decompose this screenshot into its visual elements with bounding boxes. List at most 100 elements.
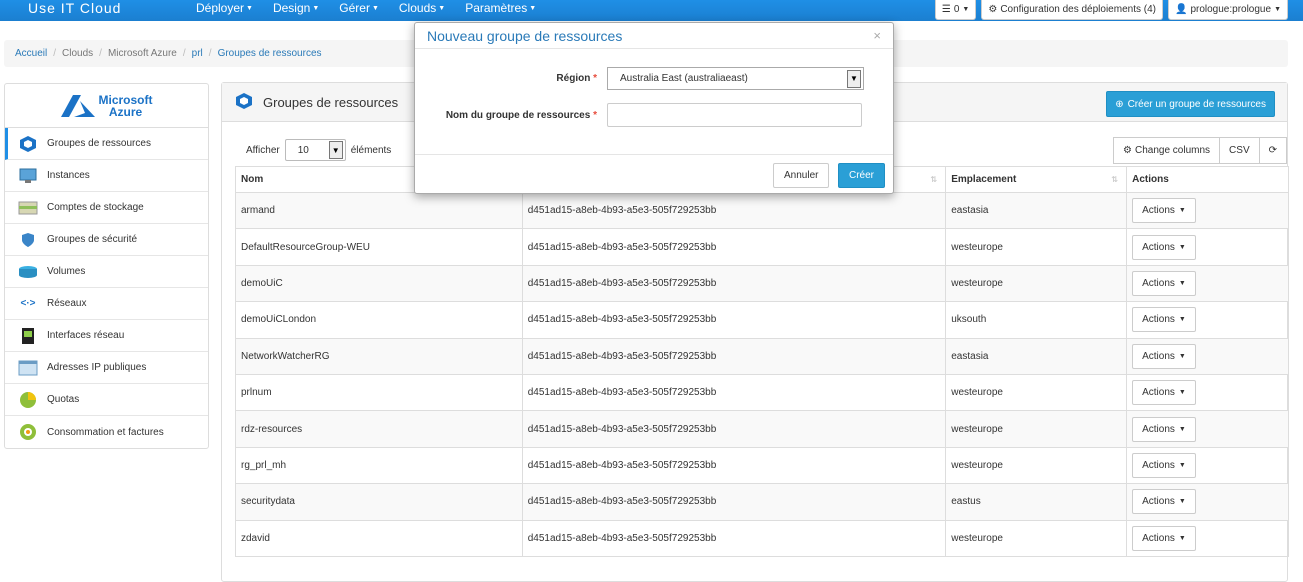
table-tools: ⚙ Change columns CSV ⟳	[1113, 137, 1287, 164]
row-actions-button[interactable]: Actions ▼	[1132, 452, 1196, 478]
cell-name: armand	[235, 191, 523, 230]
required-mark: *	[593, 73, 597, 84]
sidebar-item-quotas[interactable]: Quotas	[5, 384, 208, 416]
list-icon: ☰	[941, 4, 951, 15]
row-actions-button[interactable]: Actions ▼	[1132, 234, 1196, 260]
row-actions-button[interactable]: Actions ▼	[1132, 489, 1196, 515]
row-actions-button[interactable]: Actions ▼	[1132, 525, 1196, 551]
caret-down-icon: ▼	[312, 4, 320, 12]
sidebar-item-consommation-et-factures[interactable]: Consommation et factures	[5, 416, 208, 448]
notifications-button[interactable]: ☰ 0 ▼	[934, 0, 977, 20]
create-resource-group-button[interactable]: ⊕ Créer un groupe de ressources	[1106, 91, 1275, 117]
sidebar: Microsoft Azure Groupes de ressources In…	[4, 83, 209, 449]
sidebar-item-label: Comptes de stockage	[47, 202, 144, 213]
cell-actions: Actions ▼	[1126, 483, 1289, 521]
table-row: rg_prl_mh d451ad15-a8eb-4b93-a5e3-505f729…	[235, 446, 1289, 485]
user-menu-button[interactable]: 👤 prologue:prologue ▼	[1167, 0, 1288, 20]
gear-icon: ⚙	[1123, 145, 1132, 156]
cell-actions: Actions ▼	[1126, 373, 1289, 412]
cell-name: rg_prl_mh	[235, 446, 523, 485]
sidebar-item-comptes-de-stockage[interactable]: Comptes de stockage	[5, 192, 208, 224]
resource-group-name-input[interactable]	[607, 103, 862, 127]
name-row: Nom du groupe de ressources *	[415, 103, 862, 127]
sidebar-item-volumes[interactable]: Volumes	[5, 256, 208, 288]
table-row: DefaultResourceGroup-WEU d451ad15-a8eb-4b…	[235, 228, 1289, 266]
create-button[interactable]: Créer	[838, 163, 886, 188]
shield-icon	[18, 232, 38, 248]
menu-deployer[interactable]: Déployer ▼	[196, 0, 253, 17]
page-length-value: 10	[297, 144, 309, 156]
row-actions-button[interactable]: Actions ▼	[1132, 198, 1196, 224]
region-label: Région *	[415, 73, 607, 84]
table-body: armand d451ad15-a8eb-4b93-a5e3-505f729253…	[235, 191, 1289, 557]
cell-actions: Actions ▼	[1126, 410, 1289, 448]
show-prefix: Afficher	[246, 144, 280, 156]
sidebar-item-interfaces-reseau[interactable]: Interfaces réseau	[5, 320, 208, 352]
sidebar-item-label: Groupes de sécurité	[47, 234, 138, 245]
caret-down-icon: ▼	[438, 4, 446, 12]
cell-name: prlnum	[235, 373, 523, 412]
row-actions-button[interactable]: Actions ▼	[1132, 343, 1196, 369]
new-resource-group-modal: Nouveau groupe de ressources × Région * …	[414, 22, 894, 194]
storage-icon	[18, 200, 38, 216]
modal-title: Nouveau groupe de ressources	[427, 27, 623, 44]
required-mark: *	[593, 109, 597, 121]
actions-label: Actions	[1142, 423, 1175, 435]
close-icon[interactable]: ×	[873, 28, 881, 43]
row-actions-button[interactable]: Actions ▼	[1132, 416, 1196, 442]
cell-name: demoUiC	[235, 264, 523, 303]
csv-button[interactable]: CSV	[1219, 137, 1260, 164]
refresh-button[interactable]: ⟳	[1258, 137, 1287, 164]
sidebar-item-groupes-de-ressources[interactable]: Groupes de ressources	[5, 128, 208, 160]
deploy-config-label: Configuration des déploiements (4)	[1000, 4, 1156, 15]
menu-clouds[interactable]: Clouds ▼	[399, 0, 445, 17]
change-columns-button[interactable]: ⚙ Change columns	[1113, 137, 1221, 164]
row-actions-button[interactable]: Actions ▼	[1132, 270, 1196, 296]
cell-actions: Actions ▼	[1126, 228, 1289, 266]
table-row: demoUiC d451ad15-a8eb-4b93-a5e3-505f72925…	[235, 264, 1289, 303]
menu-design[interactable]: Design ▼	[273, 0, 319, 17]
menu-label: Gérer	[339, 1, 370, 15]
sidebar-item-adresses-ip-publiques[interactable]: Adresses IP publiques	[5, 352, 208, 384]
csv-label: CSV	[1229, 145, 1250, 156]
row-actions-button[interactable]: Actions ▼	[1132, 380, 1196, 406]
cell-location: westeurope	[945, 264, 1128, 303]
page-length-select[interactable]: 10 ▼	[284, 139, 346, 161]
actions-label: Actions	[1142, 459, 1175, 471]
row-actions-button[interactable]: Actions ▼	[1132, 307, 1196, 333]
cell-name: DefaultResourceGroup-WEU	[235, 228, 523, 266]
caret-down-icon: ▼	[529, 4, 537, 12]
app-brand[interactable]: Use IT Cloud	[28, 0, 121, 16]
cancel-button[interactable]: Annuler	[773, 163, 830, 188]
caret-down-icon: ▼	[1178, 279, 1186, 287]
breadcrumb-prl[interactable]: prl	[192, 48, 203, 59]
menu-gerer[interactable]: Gérer ▼	[339, 0, 379, 17]
sidebar-item-instances[interactable]: Instances	[5, 160, 208, 192]
caret-down-icon: ▼	[1178, 207, 1186, 215]
menu-label: Déployer	[196, 1, 245, 15]
sidebar-item-groupes-de-securite[interactable]: Groupes de sécurité	[5, 224, 208, 256]
deploy-config-button[interactable]: ⚙ Configuration des déploiements (4)	[981, 0, 1163, 20]
breadcrumb-separator: /	[99, 48, 102, 59]
column-header-emplacement[interactable]: Emplacement ⇅	[945, 166, 1128, 193]
name-label: Nom du groupe de ressources *	[415, 110, 607, 121]
navbar-right: ☰ 0 ▼ ⚙ Configuration des déploiements (…	[934, 0, 1288, 20]
breadcrumb-groupes[interactable]: Groupes de ressources	[218, 48, 322, 59]
breadcrumb-accueil[interactable]: Accueil	[15, 48, 47, 59]
breadcrumb-clouds: Clouds	[62, 48, 94, 59]
monitor-icon	[18, 168, 38, 184]
sidebar-item-reseaux[interactable]: <·> Réseaux	[5, 288, 208, 320]
create-button-label: Créer un groupe de ressources	[1127, 98, 1266, 110]
region-select[interactable]: Australia East (australiaeast) ▼	[607, 67, 864, 90]
gear-icon: ⚙	[988, 4, 998, 15]
cell-actions: Actions ▼	[1126, 519, 1289, 557]
caret-down-icon: ▼	[1178, 461, 1186, 469]
menu-parametres[interactable]: Paramètres ▼	[465, 0, 536, 17]
menu-label: Paramètres	[465, 1, 528, 15]
cell-name: rdz-resources	[235, 410, 523, 448]
table-row: zdavid d451ad15-a8eb-4b93-a5e3-505f729253…	[235, 519, 1289, 557]
cell-actions: Actions ▼	[1126, 301, 1289, 339]
azure-logo-text: Microsoft Azure	[99, 94, 153, 118]
cell-actions: Actions ▼	[1126, 191, 1289, 230]
cell-location: westeurope	[945, 228, 1128, 266]
